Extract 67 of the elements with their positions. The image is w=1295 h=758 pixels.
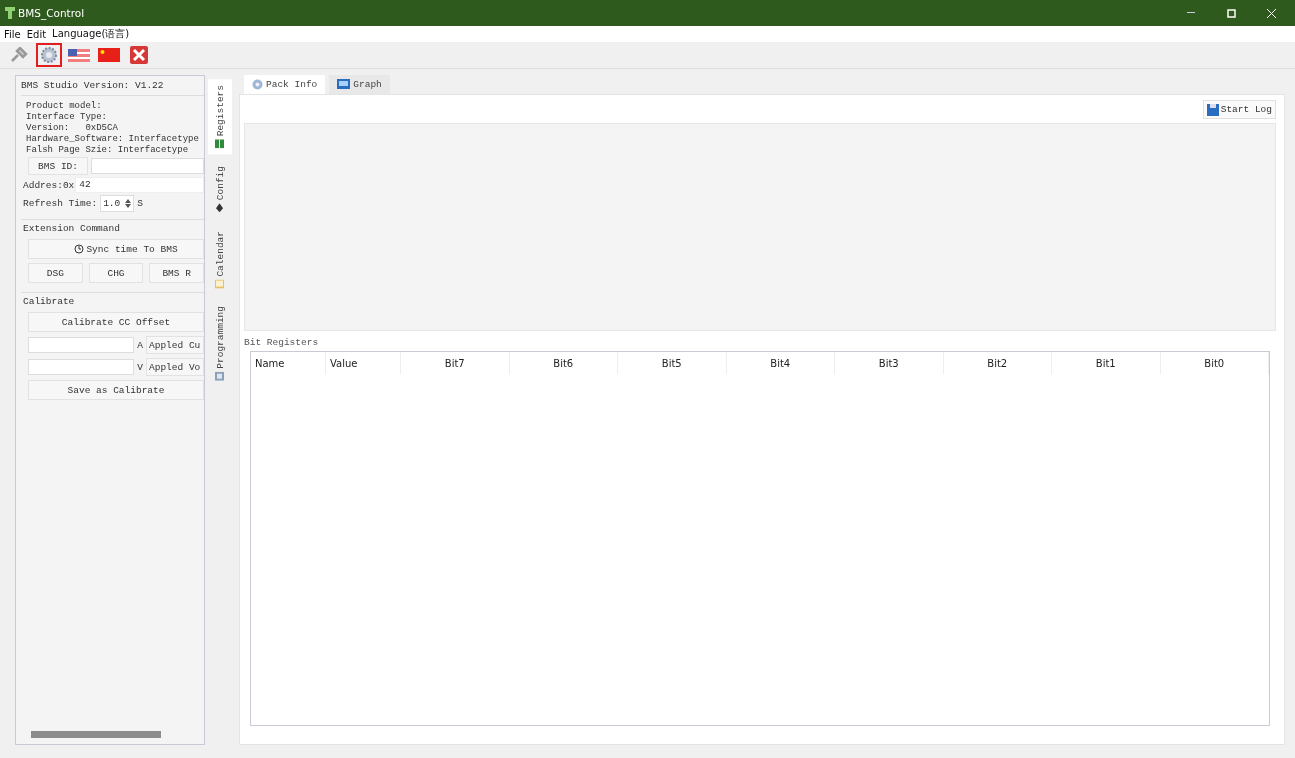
refresh-spinbox[interactable]: 1.0 [100,195,135,212]
monitor-icon [337,79,351,90]
column-header[interactable]: Bit2 [943,352,1052,374]
menu-item[interactable]: Language(语言) [52,27,130,41]
info-label: Hardware_Software: Interfacetype [26,134,200,144]
settings-icon [40,46,58,64]
unit-label: S [137,198,143,209]
start-log-button[interactable]: Start Log [1202,100,1276,119]
group-title: Bit Registers [244,337,320,348]
info-label: Interface Type: [26,112,108,122]
column-header[interactable]: Bit0 [1160,352,1269,374]
column-header[interactable]: Bit3 [835,352,944,374]
apply-button[interactable]: Appled Cu [146,336,204,354]
section-title: Calibrate [21,292,204,310]
column-header[interactable]: Value [326,352,401,374]
info-label: Version: 0xD5CA [26,123,119,133]
save-icon [1206,103,1219,116]
chip-icon [215,371,225,381]
version-label: BMS Studio Version: V1.22 [21,80,204,96]
close-icon [130,46,148,64]
spin-arrows-icon [125,199,132,208]
save-button[interactable]: Save as Calibrate [28,380,204,400]
command-button[interactable]: BMS R [149,263,204,283]
section-title: Extension Command [21,219,204,237]
flag-icon [98,48,120,62]
grid-icon [215,139,225,149]
minimize-icon[interactable] [1187,12,1195,14]
menu-item[interactable]: Edit [26,28,47,40]
bms-id-button[interactable]: BMS ID: [28,157,89,175]
voltage-field[interactable] [28,359,135,375]
sync-button[interactable]: Sync time To BMS [28,239,204,259]
clock-icon [74,244,85,254]
vertical-tab[interactable]: Calendar [208,224,232,295]
current-field[interactable] [28,337,135,353]
column-header[interactable]: Bit1 [1052,352,1161,374]
info-label: Product model: [26,101,103,111]
apply-button[interactable]: Appled Vo [146,358,204,376]
disc-icon [252,79,263,90]
unit-label: V [137,361,143,373]
column-header[interactable]: Bit4 [726,352,835,374]
bms-id-field[interactable] [91,158,204,174]
flag-icon [68,48,90,62]
info-label: Falsh Page Szie: Interfacetype [26,145,190,155]
command-button[interactable]: DSG [28,263,83,283]
column-header[interactable]: Bit7 [401,352,510,374]
scrollbar-thumb[interactable] [31,731,161,738]
menu-item[interactable]: File [4,28,21,40]
tab[interactable]: Pack Info [244,75,326,94]
toolbar-button[interactable] [36,43,62,67]
restore-icon[interactable] [1226,8,1236,18]
refresh-label: Refresh Time: [23,198,98,209]
close-icon[interactable] [1266,8,1276,18]
window-title: BMS_Control [18,7,86,19]
vertical-tab[interactable]: Programming [208,300,232,387]
address-field[interactable]: 42 [75,177,204,193]
command-button[interactable]: CHG [88,263,144,283]
calibrate-button[interactable]: Calibrate CC Offset [28,312,204,332]
column-header[interactable]: Bit5 [618,352,727,374]
unit-label: A [137,339,143,351]
column-header[interactable]: Bit6 [509,352,618,374]
vertical-tab[interactable]: Registers [208,79,232,155]
column-header[interactable]: Name [251,352,326,374]
app-icon [5,7,15,19]
vertical-tab[interactable]: Config [208,160,232,219]
address-label: Addres:0x [23,179,75,191]
tab[interactable]: Graph [329,75,390,94]
calendar-icon [215,279,225,289]
